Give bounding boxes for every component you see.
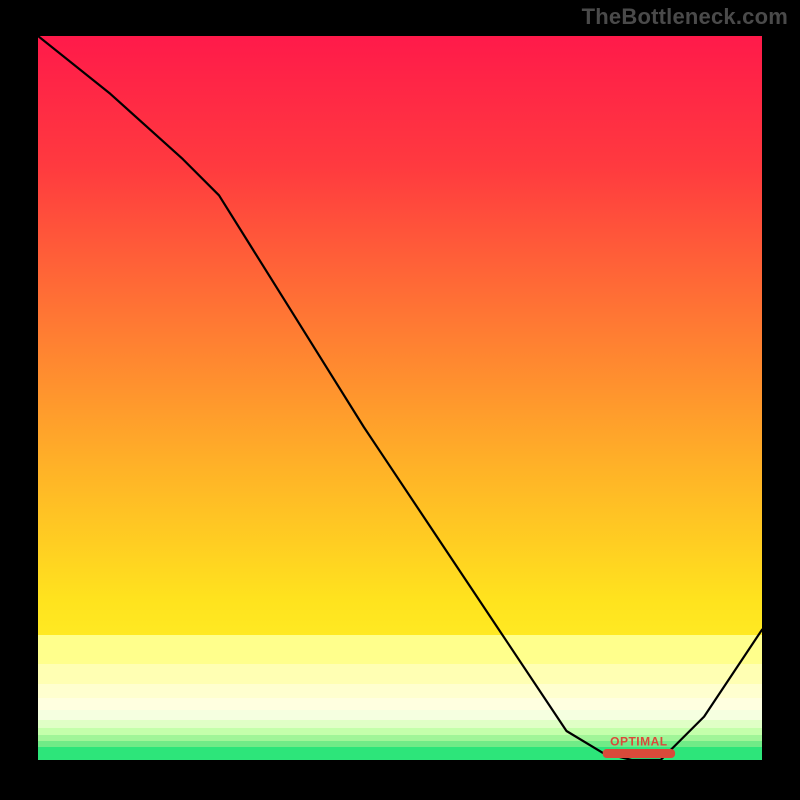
- svg-text:OPTIMAL: OPTIMAL: [610, 735, 668, 749]
- chart-frame: TheBottleneck.com: [0, 0, 800, 800]
- optimal-marker: OPTIMAL: [603, 735, 675, 759]
- bottleneck-curve: [38, 36, 762, 760]
- plot-area: OPTIMAL: [38, 36, 762, 760]
- source-watermark: TheBottleneck.com: [582, 4, 788, 30]
- plot-line-layer: OPTIMAL: [38, 36, 762, 760]
